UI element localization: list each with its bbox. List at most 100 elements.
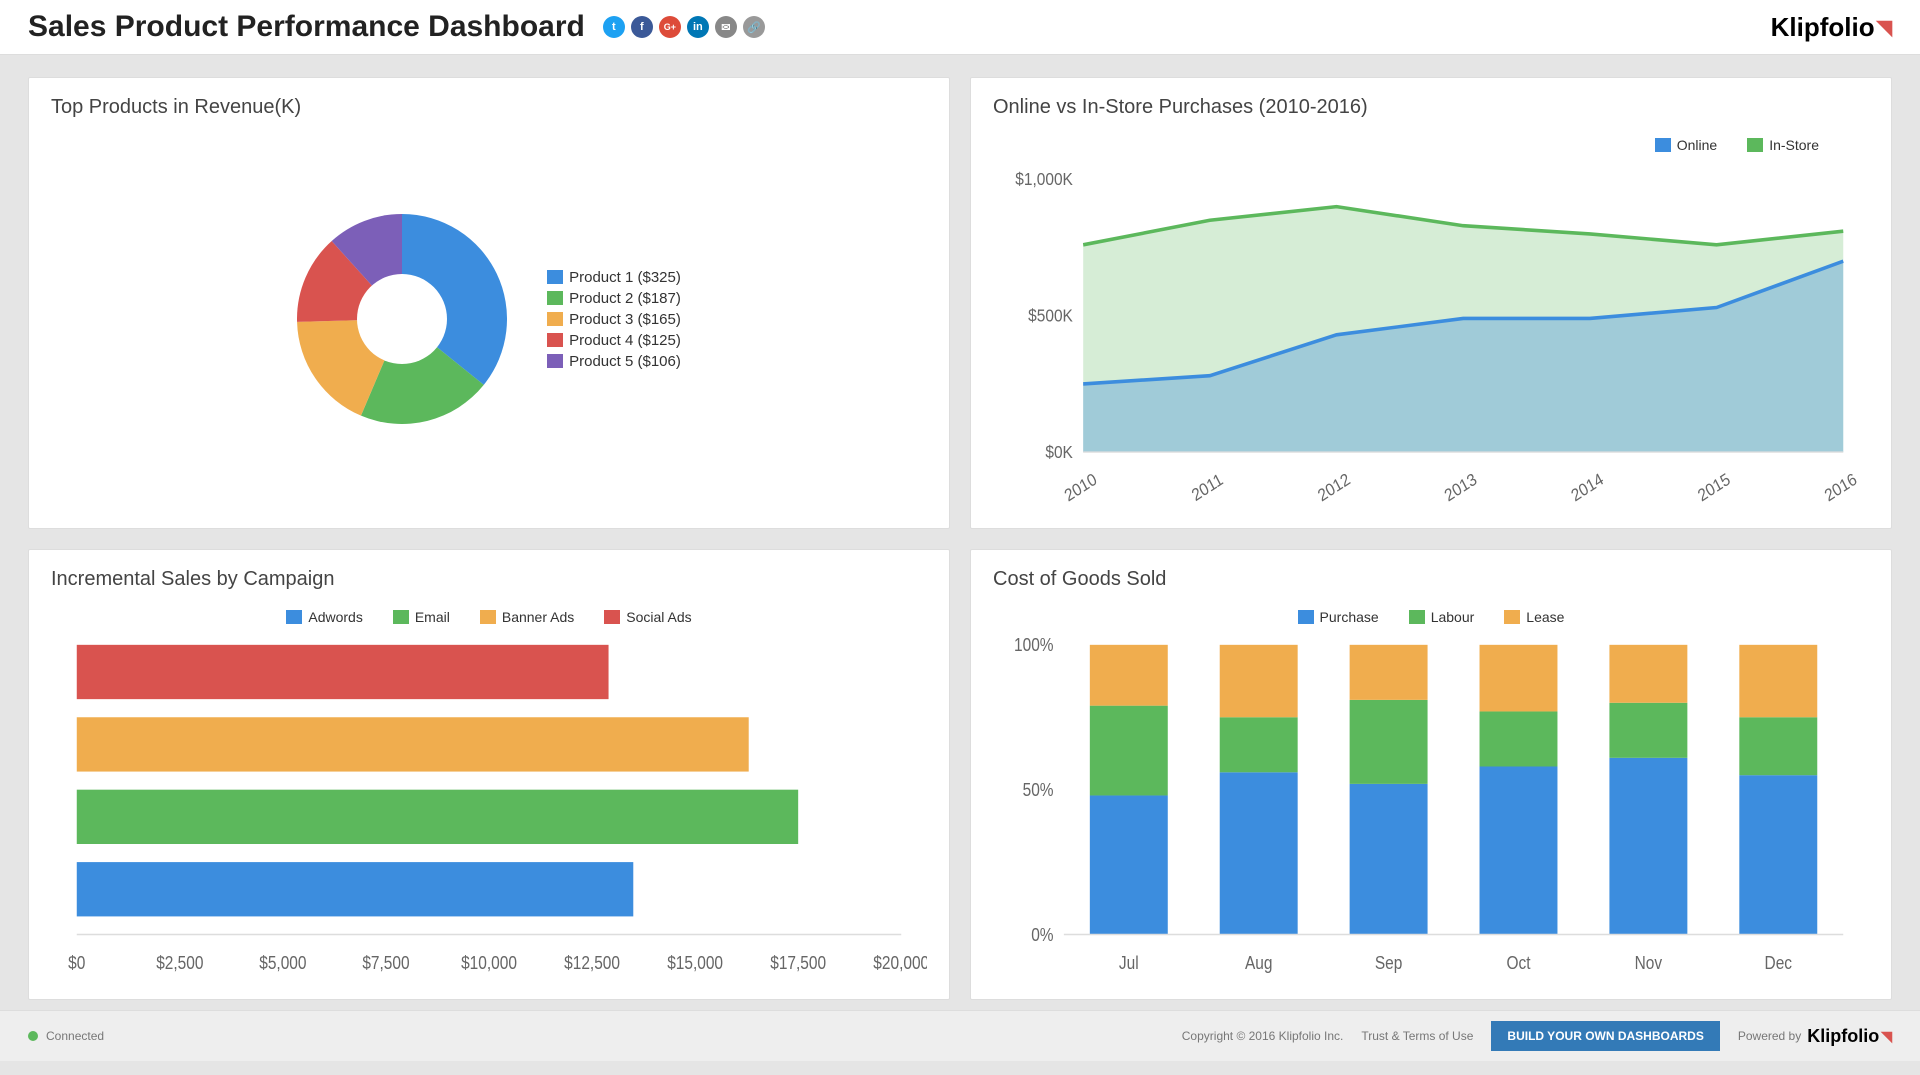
legend-item[interactable]: Lease <box>1504 609 1564 625</box>
legend-swatch <box>1298 610 1314 624</box>
header-left: Sales Product Performance Dashboard t f … <box>28 10 765 44</box>
brand-text: Klipfolio <box>1771 12 1875 43</box>
x-tick-label: Sep <box>1375 951 1402 973</box>
y-tick-label: 0% <box>1031 923 1053 945</box>
hbar-svg: $0$2,500$5,000$7,500$10,000$12,500$15,00… <box>51 637 927 982</box>
footer-left: Connected <box>28 1029 104 1043</box>
stack-lease[interactable] <box>1090 644 1168 705</box>
stack-labour[interactable] <box>1090 705 1168 795</box>
stack-purchase[interactable] <box>1350 783 1428 934</box>
hbar-adwords[interactable] <box>77 862 634 916</box>
cogs-chart: 0%50%100%JulAugSepOctNovDec <box>993 637 1869 982</box>
stack-lease[interactable] <box>1220 644 1298 716</box>
legend-label: In-Store <box>1769 137 1819 153</box>
legend-label: Banner Ads <box>502 609 574 625</box>
facebook-icon[interactable]: f <box>631 16 653 38</box>
legend-item[interactable]: Online <box>1655 137 1717 153</box>
panel-top-products: Top Products in Revenue(K) Product 1 ($3… <box>28 77 950 529</box>
hbar-email[interactable] <box>77 789 798 843</box>
stack-purchase[interactable] <box>1090 795 1168 934</box>
connection-status: Connected <box>46 1029 104 1043</box>
legend-item[interactable]: Product 5 ($106) <box>547 353 681 370</box>
legend-item[interactable]: Email <box>393 609 450 625</box>
powered-label: Powered by <box>1738 1029 1801 1043</box>
legend-item[interactable]: Social Ads <box>604 609 691 625</box>
x-tick-label: $12,500 <box>564 951 620 973</box>
x-tick-label: $17,500 <box>770 951 826 973</box>
legend-item[interactable]: Product 1 ($325) <box>547 269 681 286</box>
x-tick-label: $0 <box>68 951 85 973</box>
stack-purchase[interactable] <box>1480 766 1558 934</box>
legend-item[interactable]: Product 4 ($125) <box>547 332 681 349</box>
x-tick-label: $20,000 <box>873 951 927 973</box>
legend-item[interactable]: In-Store <box>1747 137 1819 153</box>
stack-lease[interactable] <box>1480 644 1558 711</box>
legend-item[interactable]: Adwords <box>286 609 362 625</box>
x-tick-label: $7,500 <box>362 951 409 973</box>
linkedin-icon[interactable]: in <box>687 16 709 38</box>
legend-item[interactable]: Purchase <box>1298 609 1379 625</box>
footer-brand-arrow-icon: ◥ <box>1881 1028 1892 1045</box>
legend-swatch <box>547 291 563 305</box>
stack-lease[interactable] <box>1350 644 1428 699</box>
y-tick-label: $1,000K <box>1015 170 1073 189</box>
stack-lease[interactable] <box>1609 644 1687 702</box>
status-dot-icon <box>28 1031 38 1041</box>
stack-labour[interactable] <box>1739 717 1817 775</box>
header: Sales Product Performance Dashboard t f … <box>0 0 1920 55</box>
y-tick-label: 100% <box>1014 637 1054 655</box>
legend-label: Purchase <box>1320 609 1379 625</box>
legend-swatch <box>547 270 563 284</box>
legend-item[interactable]: Labour <box>1409 609 1475 625</box>
stack-purchase[interactable] <box>1220 772 1298 934</box>
x-tick-label: Oct <box>1506 951 1530 973</box>
legend-swatch <box>547 354 563 368</box>
panel-online-instore: Online vs In-Store Purchases (2010-2016)… <box>970 77 1892 529</box>
twitter-icon[interactable]: t <box>603 16 625 38</box>
terms-link[interactable]: Trust & Terms of Use <box>1361 1029 1473 1043</box>
build-dashboards-button[interactable]: BUILD YOUR OWN DASHBOARDS <box>1491 1021 1719 1051</box>
panel-cogs: Cost of Goods Sold PurchaseLabourLease 0… <box>970 549 1892 1001</box>
stack-labour[interactable] <box>1350 699 1428 783</box>
legend-item[interactable]: Banner Ads <box>480 609 574 625</box>
legend-swatch <box>547 333 563 347</box>
google-icon[interactable]: G+ <box>659 16 681 38</box>
legend-swatch <box>393 610 409 624</box>
panel-title-online-instore: Online vs In-Store Purchases (2010-2016) <box>993 96 1869 119</box>
stack-lease[interactable] <box>1739 644 1817 716</box>
x-tick-label: $10,000 <box>461 951 517 973</box>
hbar-chart: $0$2,500$5,000$7,500$10,000$12,500$15,00… <box>51 637 927 982</box>
legend-item[interactable]: Product 3 ($165) <box>547 311 681 328</box>
area-svg: $0K$500K$1,000K2010201120122013201420152… <box>993 165 1869 510</box>
legend-swatch <box>1409 610 1425 624</box>
donut-legend: Product 1 ($325) Product 2 ($187) Product … <box>547 269 681 370</box>
stack-labour[interactable] <box>1220 717 1298 772</box>
donut-chart: Product 1 ($325) Product 2 ($187) Product … <box>51 129 927 510</box>
email-icon[interactable]: ✉ <box>715 16 737 38</box>
panel-title-top-products: Top Products in Revenue(K) <box>51 96 927 119</box>
x-tick-label: 2013 <box>1442 470 1480 506</box>
x-tick-label: 2015 <box>1695 470 1733 506</box>
legend-label: Lease <box>1526 609 1564 625</box>
hbar-social-ads[interactable] <box>77 644 609 698</box>
footer-brand-logo: Klipfolio◥ <box>1807 1026 1892 1047</box>
panel-title-incremental: Incremental Sales by Campaign <box>51 568 927 591</box>
x-tick-label: Nov <box>1635 951 1663 973</box>
hbar-banner-ads[interactable] <box>77 717 749 771</box>
area-chart: $0K$500K$1,000K2010201120122013201420152… <box>993 165 1869 510</box>
legend-swatch <box>286 610 302 624</box>
x-tick-label: 2016 <box>1822 470 1860 506</box>
x-tick-label: $5,000 <box>259 951 306 973</box>
legend-item[interactable]: Product 2 ($187) <box>547 290 681 307</box>
stack-purchase[interactable] <box>1739 775 1817 934</box>
stack-purchase[interactable] <box>1609 757 1687 934</box>
y-tick-label: $0K <box>1045 443 1073 462</box>
legend-swatch <box>1504 610 1520 624</box>
legend-label: Product 2 ($187) <box>569 290 681 307</box>
stack-labour[interactable] <box>1609 702 1687 757</box>
link-icon[interactable]: 🔗 <box>743 16 765 38</box>
stack-labour[interactable] <box>1480 711 1558 766</box>
copyright-text: Copyright © 2016 Klipfolio Inc. <box>1182 1029 1344 1043</box>
legend-label: Adwords <box>308 609 362 625</box>
legend-label: Product 1 ($325) <box>569 269 681 286</box>
